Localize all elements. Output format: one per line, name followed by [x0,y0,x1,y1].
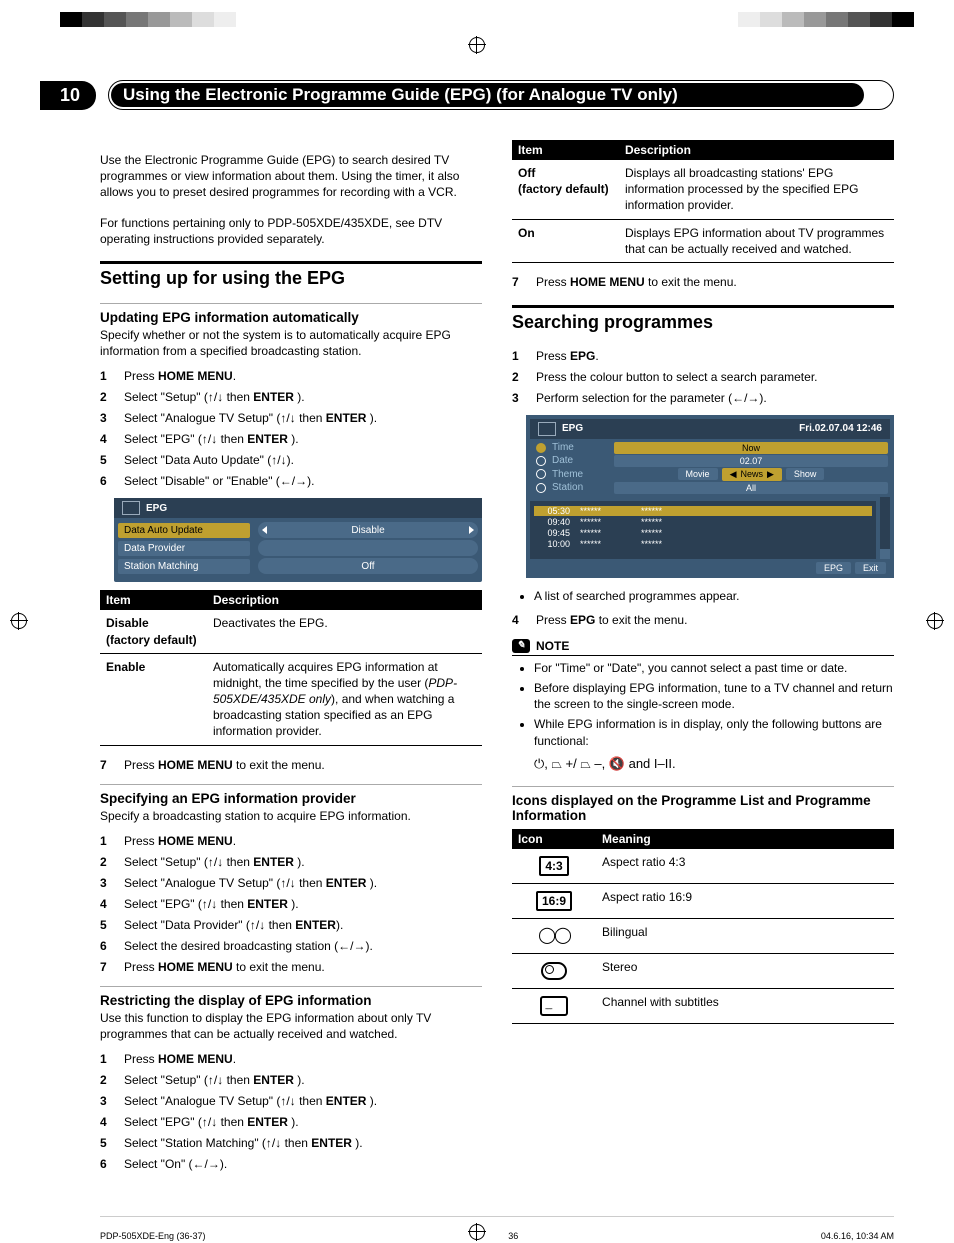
step-7b: 7Press HOME MENU to exit the menu. [512,273,894,291]
on-off-table: Item Description Off (factory default)Di… [512,140,894,263]
subsection-heading: Updating EPG information automatically [100,303,482,325]
section-rule [100,261,482,264]
subsection-desc: Specify a broadcasting station to acquir… [100,808,482,824]
section-heading: Searching programmes [512,312,894,333]
subsection-desc: Use this function to display the EPG inf… [100,1010,482,1042]
footer-mid: 36 [508,1231,518,1241]
stereo-icon [518,959,590,983]
enable-disable-table: Item Description Disable (factory defaul… [100,590,482,745]
step-item: 6Select "On" (←/→). [100,1155,482,1173]
epg-footer-button-exit: Exit [855,562,886,574]
step-item: 6Select the desired broadcasting station… [100,937,482,955]
table-header-desc: Description [207,590,482,610]
intro-text-2: For functions pertaining only to PDP-505… [100,215,482,247]
table-header-meaning: Meaning [596,829,894,849]
tv-icon [122,501,140,515]
chapter-number: 10 [40,81,96,110]
step-item: 4Select "EPG" (↑/↓ then ENTER ). [100,895,482,913]
step-item: 1Press HOME MENU. [100,367,482,385]
page-footer: PDP-505XDE-Eng (36-37) 36 04.6.16, 10:34… [100,1216,894,1241]
step-item: 7Press HOME MENU to exit the menu. [100,958,482,976]
subsection-heading: Restricting the display of EPG informati… [100,986,482,1008]
step-item: 1Press HOME MENU. [100,832,482,850]
left-column: Use the Electronic Programme Guide (EPG)… [100,140,482,1181]
epg-footer-button-epg: EPG [816,562,851,574]
step-item: 5Select "Data Provider" (↑/↓ then ENTER)… [100,916,482,934]
icon-meaning-table: Icon Meaning 4:3Aspect ratio 4:316:9Aspe… [512,829,894,1024]
step-item: 1Press EPG. [512,347,894,365]
intro-text-1: Use the Electronic Programme Guide (EPG)… [100,152,482,201]
step-item: 2Press the colour button to select a sea… [512,368,894,386]
step-item: 3Perform selection for the parameter (←/… [512,389,894,407]
functional-buttons-line: ⏻, ⏢ +/ ⏢ –, 🔇 and I–II. [512,756,894,772]
epg-datetime: Fri.02.07.04 12:46 [799,423,882,434]
step-item: 3Select "Analogue TV Setup" (↑/↓ then EN… [100,409,482,427]
right-column: Item Description Off (factory default)Di… [512,140,894,1181]
table-header-item: Item [512,140,619,160]
note-icon: ✎ [512,639,530,653]
manual-page: 10 Using the Electronic Programme Guide … [0,0,954,1243]
step-list-2: 1Press HOME MENU. 2Select "Setup" (↑/↓ th… [100,832,482,976]
chapter-title: Using the Electronic Programme Guide (EP… [111,83,864,107]
footer-left: PDP-505XDE-Eng (36-37) [100,1231,206,1241]
note-header: ✎ NOTE [512,639,894,656]
step-item: 4Select "EPG" (↑/↓ then ENTER ). [100,430,482,448]
search-result-bullet: A list of searched programmes appear. [512,588,894,605]
subsection-heading: Specifying an EPG information provider [100,784,482,806]
chapter-header: 10 Using the Electronic Programme Guide … [100,80,894,110]
step-item: 5Select "Data Auto Update" (↑/↓). [100,451,482,469]
table-header-item: Item [100,590,207,610]
epg-settings-screenshot: EPG Data Auto UpdateDisableData Provider… [114,498,482,582]
section-rule [512,305,894,308]
step-item: 1Press HOME MENU. [100,1050,482,1068]
bilingual-icon: ◯◯ [518,924,590,948]
section-heading: Setting up for using the EPG [100,268,482,289]
subsection-heading: Icons displayed on the Programme List an… [512,786,894,823]
step-list-1: 1Press HOME MENU. 2Select "Setup" (↑/↓ th… [100,367,482,490]
step-item: 2Select "Setup" (↑/↓ then ENTER ). [100,1071,482,1089]
step-4b: 4Press EPG to exit the menu. [512,611,894,629]
step-list-4: 1Press EPG. 2Press the colour button to s… [512,347,894,407]
footer-right: 04.6.16, 10:34 AM [821,1231,894,1241]
subtitle-icon [518,994,590,1018]
scrollbar [880,497,890,559]
note-bullets: For "Time" or "Date", you cannot select … [512,660,894,750]
step-item: 3Select "Analogue TV Setup" (↑/↓ then EN… [100,874,482,892]
epg-panel-title: EPG [146,503,167,514]
step-item: 6Select "Disable" or "Enable" (←/→). [100,472,482,490]
table-header-icon: Icon [512,829,596,849]
subsection-desc: Specify whether or not the system is to … [100,327,482,359]
epg-search-screenshot: EPG Fri.02.07.04 12:46 TimeNowDate02.07T… [526,415,894,578]
step-item: 5Select "Station Matching" (↑/↓ then ENT… [100,1134,482,1152]
step-item: 4Select "EPG" (↑/↓ then ENTER ). [100,1113,482,1131]
step-item: 3Select "Analogue TV Setup" (↑/↓ then EN… [100,1092,482,1110]
step-list-3: 1Press HOME MENU. 2Select "Setup" (↑/↓ th… [100,1050,482,1173]
step-item: 2Select "Setup" (↑/↓ then ENTER ). [100,853,482,871]
table-header-desc: Description [619,140,894,160]
4:3-icon: 4:3 [518,854,590,878]
16:9-icon: 16:9 [518,889,590,913]
step-7a: 7Press HOME MENU to exit the menu. [100,756,482,774]
step-item: 2Select "Setup" (↑/↓ then ENTER ). [100,388,482,406]
tv-icon [538,422,556,436]
